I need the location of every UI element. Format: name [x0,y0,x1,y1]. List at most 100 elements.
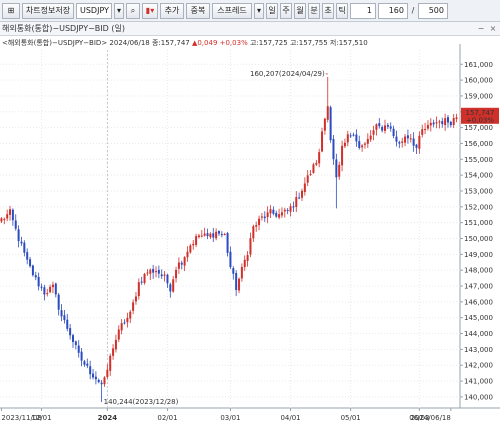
candle-body [215,231,218,239]
candle-body [278,214,281,218]
candle-body [63,315,66,321]
candle-body [378,123,381,127]
y-tick-label: 152,000 [464,203,493,211]
candle-body [129,311,132,319]
overlap-button[interactable]: 중복 [186,2,210,19]
panel-title-bar: 해외통화(통합)−USDJPY−BID (일) [0,22,500,36]
candle-body [46,293,49,295]
y-tick-label: 149,000 [464,251,493,259]
layout-icon[interactable]: ⊞ [2,2,20,19]
candle-body [160,274,163,277]
period-value-input[interactable]: 1 [350,2,376,19]
candle-body [57,294,60,310]
indicator-icon[interactable]: ▮▾ [142,2,158,19]
candle-body [272,209,275,214]
candle-body [223,234,226,236]
candle-body [180,262,183,265]
candle-body [114,339,117,350]
y-tick-label: 148,000 [464,267,493,275]
y-tick-label: 146,000 [464,298,493,306]
count-input[interactable]: 160 [378,2,408,19]
candle-body [83,361,86,365]
candle-body [275,212,278,217]
y-tick-label: 154,000 [464,172,493,180]
period-month-button[interactable]: 월 [294,2,306,19]
y-tick-label: 150,000 [464,235,493,243]
y-tick-label: 142,000 [464,362,493,370]
candle-body [86,363,89,366]
total-input[interactable]: 500 [418,2,448,19]
candle-body [175,269,178,279]
candle-body [23,242,26,253]
candle-body [326,106,329,120]
candle-body [452,118,455,125]
candle-body [132,302,135,311]
candle-body [238,278,241,291]
current-change: +0,03% [466,116,494,124]
search-icon[interactable]: ⌕ [126,2,140,19]
candle-body [51,284,54,288]
candle-body [381,126,384,131]
candle-body [89,366,92,375]
candle-body [263,216,266,219]
candle-body [126,317,129,323]
y-tick-label: 155,000 [464,156,493,164]
candle-body [286,210,289,212]
minimize-icon[interactable]: − [476,24,486,34]
candles [0,76,458,394]
candle-body [123,322,126,324]
y-tick-label: 161,000 [464,61,493,69]
period-week-button[interactable]: 주 [280,2,292,19]
y-tick-label: 151,000 [464,219,493,227]
candle-body [206,233,209,237]
candle-body [363,143,366,145]
candle-body [249,238,252,255]
y-tick-label: 160,000 [464,77,493,85]
candle-body [209,233,212,238]
candle-body [421,129,424,135]
chevron-down-icon[interactable]: ▾ [114,2,124,19]
candle-body [14,220,17,229]
candle-body [426,125,429,129]
candle-body [163,274,166,276]
candle-body [446,117,449,123]
candle-body [386,124,389,127]
candle-body [315,162,318,165]
candle-body [109,355,112,371]
candle-body [152,268,155,273]
y-tick-label: 157,000 [464,124,493,132]
period-minute-button[interactable]: 분 [308,2,320,19]
candle-body [312,164,315,173]
spread-button[interactable]: 스프레드 [212,2,252,19]
candle-body [106,369,109,378]
candle-body [323,118,326,131]
add-button[interactable]: 추가 [160,2,184,19]
candle-body [429,122,432,126]
panel-title: 해외통화(통합)−USDJPY−BID (일) [2,24,125,33]
candle-body [183,257,186,266]
candle-body [9,209,12,215]
candle-body [103,377,106,385]
candle-body [94,376,97,380]
candle-body [321,131,324,152]
candle-body [197,235,200,238]
candle-body [112,348,115,356]
close-icon[interactable]: × [488,24,498,34]
chart-setting-button[interactable]: 차트정보저장 [22,2,74,19]
period-day-button[interactable]: 일 [266,2,278,19]
toolbar: ⊞ 차트정보저장 USDJPY ▾ ⌕ ▮▾ 추가 중복 스프레드 ▾ 일 주 … [0,0,500,22]
candle-body [137,282,140,297]
symbol-input[interactable]: USDJPY [76,2,112,19]
candle-body [352,134,355,136]
candle-body [384,125,387,131]
candle-body [306,175,309,183]
spread-dropdown-icon[interactable]: ▾ [254,2,264,19]
period-tick-button[interactable]: 틱 [336,2,348,19]
candle-body [260,216,263,218]
y-tick-label: 159,000 [464,92,493,100]
candle-body [266,212,269,218]
period-second-button[interactable]: 초 [322,2,334,19]
candle-body [355,134,358,142]
candle-body [392,128,395,136]
candle-body [40,286,43,288]
